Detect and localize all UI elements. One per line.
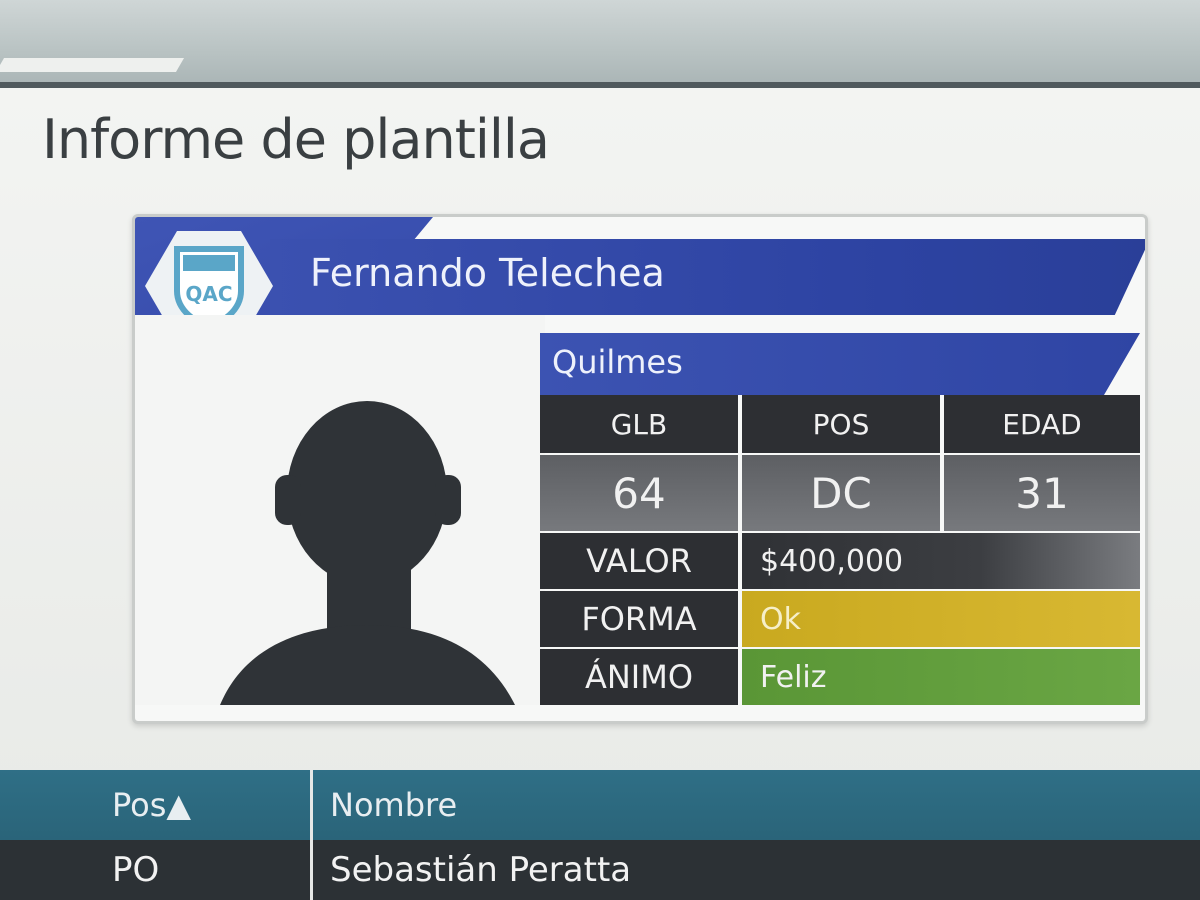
club-badge-text: QAC [185,282,232,306]
player-photo [135,315,545,705]
column-divider [310,770,313,840]
silhouette-icon [220,401,515,705]
row-nombre: Sebastián Peratta [330,850,632,890]
column-header-pos-label: Pos [112,786,167,824]
sort-ascending-icon: ▲ [166,786,192,824]
forma-label: FORMA [540,591,738,647]
edad-header: EDAD [944,395,1140,453]
glb-header: GLB [540,395,738,453]
valor-value: $400,000 [742,533,1140,589]
edad-value: 31 [944,455,1140,531]
valor-label: VALOR [540,533,738,589]
pos-value: DC [742,455,940,531]
table-header: Pos▲ Nombre [0,770,1200,840]
player-name: Fernando Telechea [310,251,665,295]
column-divider [310,840,313,900]
top-strip [0,0,1200,92]
glb-value: 64 [540,455,738,531]
column-header-pos[interactable]: Pos▲ [112,786,191,824]
animo-value: Feliz [742,649,1140,705]
club-name: Quilmes [552,343,683,381]
pos-header: POS [742,395,940,453]
row-pos: PO [112,850,160,890]
forma-value: Ok [742,591,1140,647]
player-card: Fernando Telechea QAC Quilmes GLB POS ED… [132,214,1148,724]
table-row[interactable]: PO Sebastián Peratta [0,840,1200,900]
top-strip-lip [0,58,185,72]
page-title: Informe de plantilla [42,108,550,171]
column-header-nombre[interactable]: Nombre [330,786,457,824]
animo-label: ÁNIMO [540,649,738,705]
